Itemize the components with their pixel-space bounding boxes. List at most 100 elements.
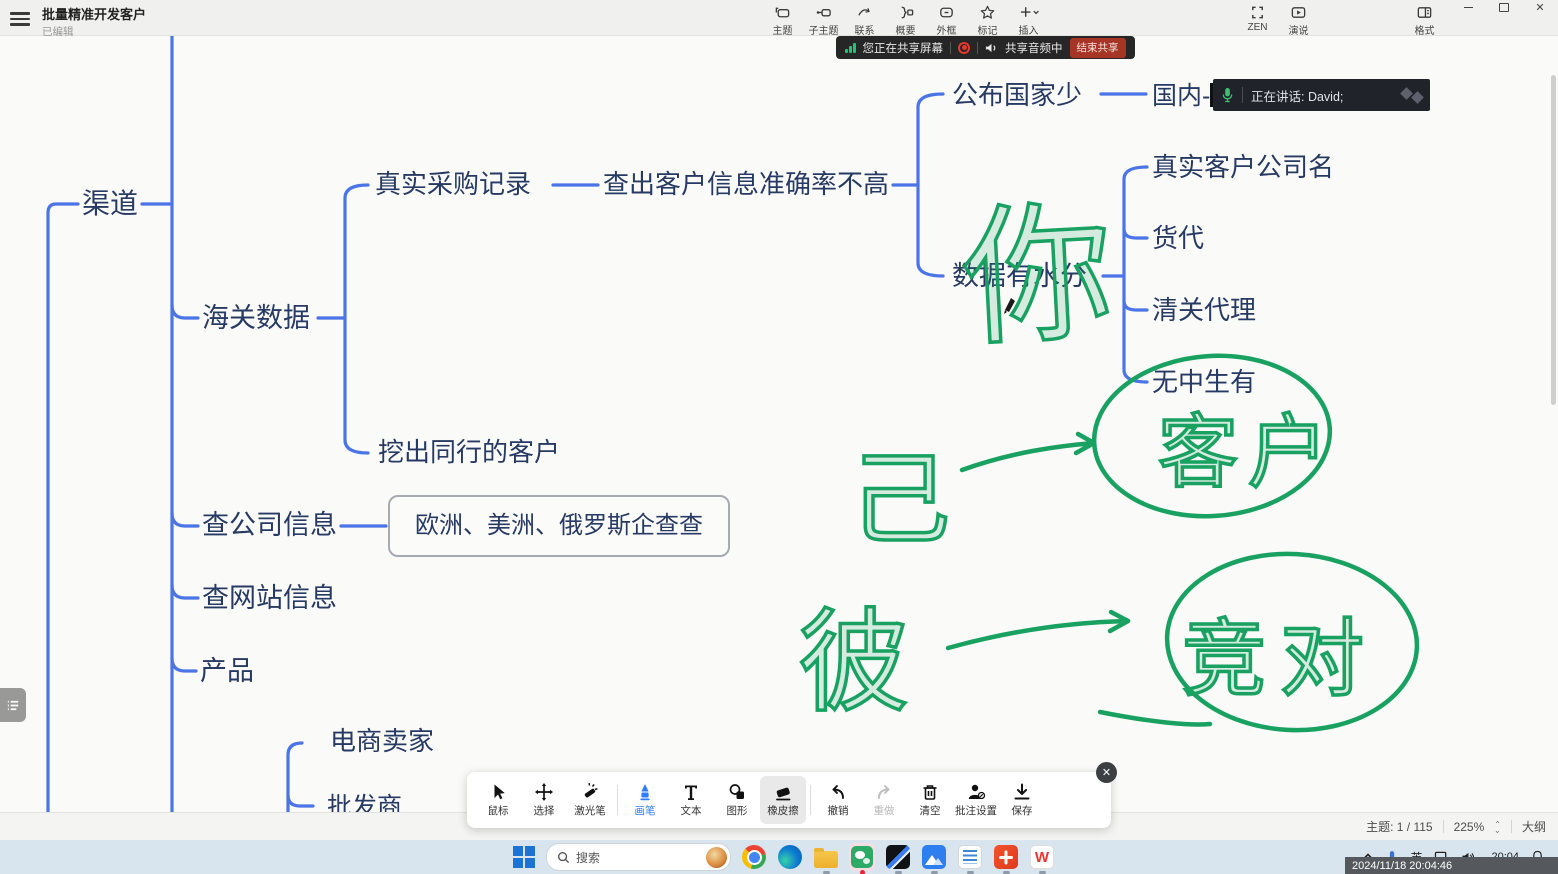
notes-icon <box>958 845 982 869</box>
search-placeholder: 搜索 <box>576 849 700 866</box>
toolbar-main-group: 主题 子主题 联系 概要 外框 标记 <box>762 2 1049 37</box>
minimize-button[interactable] <box>1450 0 1486 15</box>
subtopic-button[interactable]: 子主题 <box>803 2 844 37</box>
taskbar-app-meeting[interactable] <box>921 844 947 870</box>
taskbar-app-video-editor[interactable] <box>885 844 911 870</box>
undo-button[interactable]: 撤销 <box>815 776 861 824</box>
undo-icon <box>828 782 848 802</box>
close-icon: ✕ <box>1102 766 1111 779</box>
annotation-settings-button[interactable]: 批注设置 <box>953 776 999 824</box>
handwriting-customer: 客户 <box>1158 388 1338 504</box>
topic-counter: 主题: 1 / 115 <box>1366 818 1432 835</box>
mouse-icon <box>488 782 508 802</box>
audio-icon <box>985 42 998 54</box>
toolbar-right-group: ZEN 演说 <box>1237 2 1319 37</box>
taskbar: 搜索 W 英 20:04 <box>0 840 1558 874</box>
redo-button[interactable]: 重做 <box>861 776 907 824</box>
summary-button[interactable]: 概要 <box>885 2 926 37</box>
search-icon <box>557 851 570 864</box>
taskbar-app-chrome[interactable] <box>741 844 767 870</box>
meeting-logo-icon <box>1402 89 1422 102</box>
chrome-icon <box>742 845 766 869</box>
video-editor-icon <box>886 845 910 869</box>
trash-icon <box>920 782 940 802</box>
close-icon: ✕ <box>1535 1 1544 14</box>
clear-button[interactable]: 清空 <box>907 776 953 824</box>
maximize-icon <box>1499 3 1509 12</box>
subtopic-icon <box>815 4 832 21</box>
taskbar-app-red-tool[interactable] <box>993 844 1019 870</box>
wechat-icon <box>851 846 873 868</box>
speaking-banner: 正在讲话: David; <box>1213 79 1430 111</box>
redo-icon <box>874 782 894 802</box>
wps-icon: W <box>1030 845 1054 869</box>
marker-icon <box>979 4 996 21</box>
text-tool-button[interactable]: 文本 <box>668 776 714 824</box>
close-button[interactable]: ✕ <box>1522 0 1558 15</box>
document-title-block: 批量精准开发客户 已编辑 <box>42 4 146 39</box>
sharing-text: 您正在共享屏幕 <box>863 40 944 56</box>
taskbar-app-file-explorer[interactable] <box>813 844 839 870</box>
laser-icon <box>580 782 600 802</box>
taskbar-search[interactable]: 搜索 <box>546 843 731 871</box>
zen-icon <box>1249 4 1266 21</box>
document-title: 批量精准开发客户 <box>42 4 146 23</box>
eraser-tool-button[interactable]: 橡皮擦 <box>760 776 806 824</box>
laser-tool-button[interactable]: 激光笔 <box>567 776 613 824</box>
taskbar-app-notes[interactable] <box>957 844 983 870</box>
shape-icon <box>727 782 747 802</box>
text-icon <box>681 782 701 802</box>
relationship-button[interactable]: 联系 <box>844 2 885 37</box>
outline-icon <box>6 698 21 713</box>
maximize-button[interactable] <box>1486 0 1522 15</box>
topic-button[interactable]: 主题 <box>762 2 803 37</box>
recording-timestamp: 2024/11/18 20:04:46 <box>1345 857 1558 874</box>
meeting-icon <box>922 845 946 869</box>
minimize-icon <box>1464 7 1473 8</box>
marker-button[interactable]: 标记 <box>967 2 1008 37</box>
window-controls: ✕ <box>1450 0 1558 15</box>
close-annotation-toolbar-button[interactable]: ✕ <box>1096 762 1117 783</box>
start-button[interactable] <box>512 845 536 869</box>
summary-icon <box>897 4 914 21</box>
outline-view-button[interactable]: 大纲 <box>1522 818 1546 835</box>
zen-button[interactable]: ZEN <box>1237 2 1278 37</box>
menu-icon[interactable] <box>10 9 30 25</box>
eraser-icon <box>773 782 793 802</box>
screen-share-banner: 您正在共享屏幕 共享音频中 结束共享 <box>836 36 1135 59</box>
select-tool-button[interactable]: 选择 <box>521 776 567 824</box>
search-highlight-image[interactable] <box>706 847 727 868</box>
record-icon[interactable] <box>958 42 970 54</box>
screen: 批量精准开发客户 已编辑 主题 子主题 联系 概要 外框 <box>0 0 1558 874</box>
insert-icon <box>1018 4 1040 21</box>
zoom-stepper-icon[interactable]: ⌃⌃ <box>1494 822 1501 832</box>
edge-icon <box>778 845 802 869</box>
insert-button[interactable]: 插入 <box>1008 2 1049 37</box>
annotation-settings-icon <box>966 782 986 802</box>
file-explorer-icon <box>814 851 838 868</box>
boundary-icon <box>938 4 955 21</box>
zoom-level[interactable]: 225% <box>1454 820 1485 834</box>
save-button[interactable]: 保存 <box>999 776 1045 824</box>
format-icon <box>1416 4 1433 21</box>
red-tool-icon <box>994 845 1018 869</box>
taskbar-app-edge[interactable] <box>777 844 803 870</box>
topic-icon <box>774 4 791 21</box>
microphone-icon <box>1221 87 1234 103</box>
present-icon <box>1290 4 1307 21</box>
canvas-scrollbar[interactable] <box>1551 75 1556 405</box>
taskbar-app-wechat[interactable] <box>849 844 875 870</box>
handwriting-other: 彼 <box>798 572 910 734</box>
shape-tool-button[interactable]: 图形 <box>714 776 760 824</box>
present-button[interactable]: 演说 <box>1278 2 1319 37</box>
boundary-button[interactable]: 外框 <box>926 2 967 37</box>
pen-icon <box>635 782 655 802</box>
format-button[interactable]: 格式 <box>1404 2 1445 37</box>
handwriting-self: 己 <box>850 418 950 563</box>
relationship-icon <box>856 4 873 21</box>
taskbar-app-wps[interactable]: W <box>1029 844 1055 870</box>
outline-panel-button[interactable] <box>0 688 26 722</box>
mouse-tool-button[interactable]: 鼠标 <box>475 776 521 824</box>
stop-sharing-button[interactable]: 结束共享 <box>1070 38 1126 58</box>
pen-tool-button[interactable]: 画笔 <box>622 776 668 824</box>
